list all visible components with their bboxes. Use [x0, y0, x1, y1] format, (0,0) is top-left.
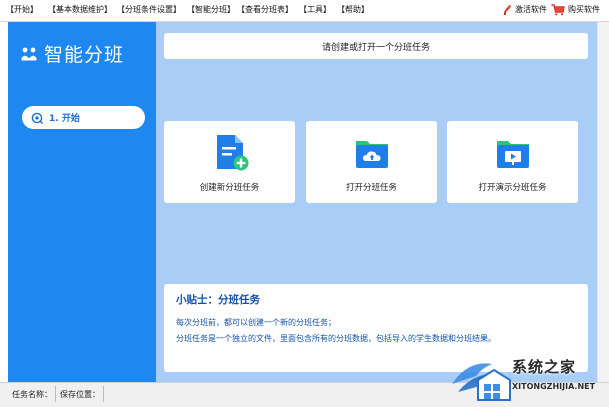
cloud-folder-icon — [356, 141, 388, 168]
brand-title: 智能分班 — [44, 44, 125, 66]
status-divider — [103, 386, 104, 402]
menu-view-class-table[interactable]: 【查看分班表】 — [237, 4, 293, 16]
buy-button[interactable]: 购买软件 — [551, 3, 600, 17]
activate-button[interactable]: 激活软件 — [502, 3, 547, 17]
app-logo-icon — [21, 47, 37, 60]
create-task-card[interactable]: 创建新分班任务 — [164, 121, 295, 203]
watermark-house-logo — [452, 363, 511, 401]
sidebar — [8, 22, 156, 382]
hint-bar: 请创建或打开一个分班任务 — [164, 33, 588, 59]
tips-title: 小贴士：分班任务 — [176, 294, 260, 306]
cart-icon — [551, 4, 565, 16]
start-icon — [31, 112, 43, 124]
status-divider — [55, 386, 56, 402]
sidebar-item-start[interactable]: 1. 开始 — [22, 106, 145, 129]
menu-help[interactable]: 【帮助】 — [337, 4, 369, 16]
open-demo-card[interactable]: 打开演示分班任务 — [447, 121, 578, 203]
menu-smart-split[interactable]: 【智能分班】 — [187, 4, 235, 16]
new-file-icon — [217, 135, 249, 171]
brand: 智能分班 — [20, 40, 124, 67]
open-demo-label: 打开演示分班任务 — [478, 183, 547, 193]
open-task-label: 打开分班任务 — [345, 183, 397, 193]
right-border — [597, 22, 609, 382]
hint-text: 请创建或打开一个分班任务 — [321, 42, 430, 53]
watermark-url: XITONGZHIJIA.NET — [512, 382, 596, 391]
demo-folder-icon — [497, 141, 529, 168]
task-name-label: 任务名称： — [12, 390, 52, 399]
create-task-label: 创建新分班任务 — [199, 183, 260, 193]
buy-label: 购买软件 — [568, 5, 600, 14]
menu-bar: 【开始】 【基本数据维护】 【分班条件设置】 【智能分班】 【查看分班表】 【工… — [0, 0, 609, 22]
open-task-card[interactable]: 打开分班任务 — [306, 121, 437, 203]
sidebar-item-label: 1. 开始 — [49, 114, 80, 124]
menu-start[interactable]: 【开始】 — [6, 4, 38, 16]
wrench-icon — [504, 5, 511, 15]
activate-label: 激活软件 — [515, 5, 547, 14]
menu-tools[interactable]: 【工具】 — [299, 4, 331, 16]
menu-class-conditions[interactable]: 【分班条件设置】 — [117, 4, 181, 16]
menu-basic-data[interactable]: 【基本数据维护】 — [48, 4, 112, 16]
watermark-title: 系统之家 — [512, 358, 577, 376]
watermark: 系统之家 XITONGZHIJIA.NET — [448, 352, 609, 407]
tips-line: 每次分班前，都可以创建一个新的分班任务； — [176, 318, 336, 327]
tips-line: 分班任务是一个独立的文件，里面包含所有的分班数据，包括导入的学生数据和分班结果。 — [176, 334, 496, 343]
save-location-label: 保存位置： — [60, 390, 100, 399]
